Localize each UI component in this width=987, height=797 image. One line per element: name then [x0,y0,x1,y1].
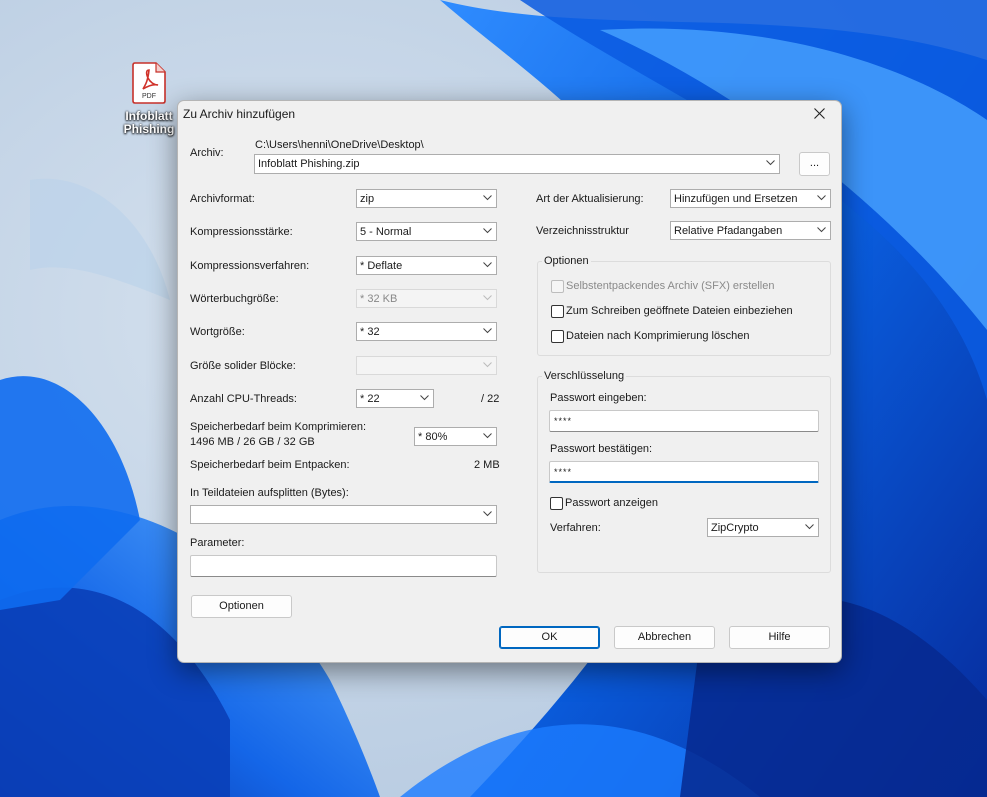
memory-decompress-label: Speicherbedarf beim Entpacken: [190,459,350,471]
parameters-input[interactable] [190,555,497,577]
desktop-icon-infoblatt-phishing[interactable]: PDF Infoblatt Phishing [118,62,180,136]
close-icon [814,108,825,119]
close-button[interactable] [802,101,838,127]
encryption-group-title: Verschlüsselung [542,370,627,382]
dictionary-size-select: * 32 KB [356,289,497,308]
memory-compress-select[interactable]: * 80% [414,427,497,446]
password-value: **** [554,416,573,426]
chevron-down-icon [483,362,492,368]
password-input[interactable]: **** [549,410,819,432]
options-group-title: Optionen [542,255,591,267]
delete-after-checkbox[interactable] [551,330,564,343]
encryption-group: Verschlüsselung Passwort eingeben: **** … [537,370,831,573]
password-label: Passwort eingeben: [550,392,647,404]
icon-label-line-2: Phishing [123,122,175,136]
chevron-down-icon [483,328,492,334]
path-mode-select[interactable]: Relative Pfadangaben [670,221,831,240]
word-size-label: Wortgröße: [190,326,245,338]
desktop-icon-label: Infoblatt Phishing [118,110,180,136]
chevron-down-icon [483,295,492,301]
options-group: Optionen Selbstentpackendes Archiv (SFX)… [537,255,831,356]
shared-files-label[interactable]: Zum Schreiben geöffnete Dateien einbezie… [566,305,793,317]
archive-label: Archiv: [190,147,224,159]
sfx-checkbox [551,280,564,293]
cpu-threads-label: Anzahl CPU-Threads: [190,393,297,405]
cancel-button[interactable]: Abbrechen [614,626,715,649]
chevron-down-icon [483,511,492,517]
encryption-method-label: Verfahren: [550,522,601,534]
chevron-down-icon [483,195,492,201]
password-confirm-value: **** [554,467,573,477]
browse-button[interactable]: ... [799,152,830,176]
solid-block-size-select [356,356,497,375]
archive-format-label: Archivformat: [190,193,255,205]
compression-level-label: Kompressionsstärke: [190,226,293,238]
memory-compress-label: Speicherbedarf beim Komprimieren: [190,421,367,433]
chevron-down-icon [420,395,429,401]
compression-method-label: Kompressionsverfahren: [190,260,310,272]
delete-after-label[interactable]: Dateien nach Komprimierung löschen [566,330,749,342]
compression-method-value: * Deflate [360,260,403,272]
chevron-down-icon [817,227,826,233]
parameters-label: Parameter: [190,537,245,549]
cpu-threads-select[interactable]: * 22 [356,389,434,408]
pdf-badge: PDF [142,93,156,100]
password-confirm-label: Passwort bestätigen: [550,443,653,455]
dictionary-size-value: * 32 KB [360,293,398,305]
memory-compress-value: * 80% [418,431,448,443]
update-mode-label: Art der Aktualisierung: [536,193,644,205]
archive-format-value: zip [360,193,375,205]
options-button[interactable]: Optionen [191,595,292,618]
pdf-file-icon: PDF [132,62,166,104]
cpu-threads-max: / 22 [481,393,500,405]
archive-path: C:\Users\henni\OneDrive\Desktop\ [255,139,424,151]
chevron-down-icon [766,160,775,166]
path-mode-label: Verzeichnisstruktur [536,225,629,237]
encryption-method-select[interactable]: ZipCrypto [707,518,819,537]
ok-button[interactable]: OK [499,626,600,649]
archive-name-value: Infoblatt Phishing.zip [258,158,360,170]
compression-method-select[interactable]: * Deflate [356,256,497,275]
title-bar[interactable]: Zu Archiv hinzufügen [178,101,841,127]
dictionary-size-label: Wörterbuchgröße: [190,293,279,305]
word-size-select[interactable]: * 32 [356,322,497,341]
memory-compress-detail: 1496 MB / 26 GB / 32 GB [190,436,315,448]
help-button[interactable]: Hilfe [729,626,830,649]
word-size-value: * 32 [360,326,380,338]
chevron-down-icon [483,262,492,268]
compression-level-value: 5 - Normal [360,226,412,238]
archive-name-combobox[interactable]: Infoblatt Phishing.zip [254,154,780,174]
update-mode-select[interactable]: Hinzufügen und Ersetzen [670,189,831,208]
chevron-down-icon [483,433,492,439]
update-mode-value: Hinzufügen und Ersetzen [674,193,798,205]
sfx-label: Selbstentpackendes Archiv (SFX) erstelle… [566,280,775,292]
archive-format-select[interactable]: zip [356,189,497,208]
chevron-down-icon [817,195,826,201]
split-volumes-combobox[interactable] [190,505,497,524]
show-password-checkbox[interactable] [550,497,563,510]
cpu-threads-value: * 22 [360,393,380,405]
password-confirm-input[interactable]: **** [549,461,819,483]
memory-decompress-value: 2 MB [474,459,500,471]
show-password-label[interactable]: Passwort anzeigen [565,497,658,509]
compression-level-select[interactable]: 5 - Normal [356,222,497,241]
dialog-title: Zu Archiv hinzufügen [183,107,296,121]
path-mode-value: Relative Pfadangaben [674,225,783,237]
add-to-archive-dialog: Zu Archiv hinzufügen Archiv: C:\Users\he… [177,100,842,663]
chevron-down-icon [483,228,492,234]
solid-block-size-label: Größe solider Blöcke: [190,360,296,372]
shared-files-checkbox[interactable] [551,305,564,318]
chevron-down-icon [805,524,814,530]
split-volumes-label: In Teildateien aufsplitten (Bytes): [190,487,349,499]
encryption-method-value: ZipCrypto [711,522,759,534]
